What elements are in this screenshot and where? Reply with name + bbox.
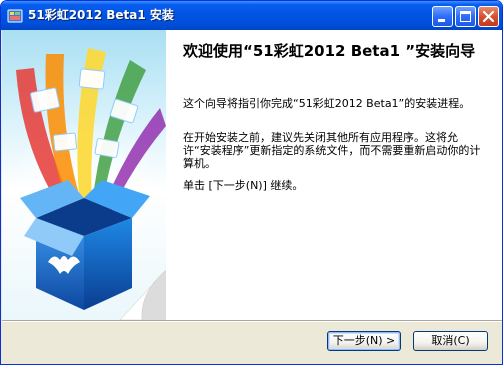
close-button[interactable] — [478, 6, 499, 27]
content-panel — [166, 30, 502, 320]
intro-paragraph: 这个向导将指引你完成“51彩虹2012 Beta1”的安装进程。 — [183, 97, 471, 110]
page-title: 欢迎使用“51彩虹2012 Beta1 ”安装向导 — [183, 42, 476, 60]
minimize-button[interactable] — [432, 6, 453, 27]
continue-instruction: 单击 [下一步(N)] 继续。 — [183, 179, 304, 192]
maximize-button[interactable] — [455, 6, 476, 27]
advice-paragraph: 在开始安装之前，建议先关闭其他所有应用程序。这将允许“安装程序”更新指定的系统文… — [183, 131, 481, 170]
maximize-icon — [460, 11, 471, 22]
rainbow-box-banner — [4, 48, 166, 320]
welcome-banner — [2, 30, 166, 320]
next-button[interactable]: 下一步(N) > — [327, 331, 401, 351]
title-bar[interactable]: 51彩虹2012 Beta1 安装 — [1, 1, 502, 30]
window-title: 51彩虹2012 Beta1 安装 — [28, 8, 174, 22]
minimize-icon — [438, 19, 445, 22]
installer-app-icon — [7, 8, 23, 24]
close-icon — [482, 10, 495, 23]
cancel-button[interactable]: 取消(C) — [413, 331, 488, 351]
